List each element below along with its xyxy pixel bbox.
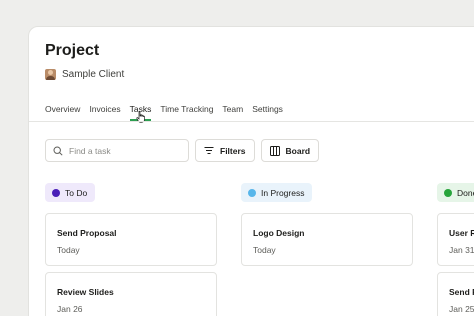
column-label: Done [457, 187, 474, 198]
filters-button[interactable]: Filters [195, 139, 255, 162]
client-name: Sample Client [62, 69, 125, 80]
column-label: In Progress [261, 187, 305, 198]
status-badge-done: Done [437, 183, 474, 202]
tab-invoices[interactable]: Invoices [89, 104, 120, 121]
task-card[interactable]: User Re Jan 31 [437, 213, 474, 266]
task-title: Send R [449, 287, 474, 297]
tab-settings[interactable]: Settings [252, 104, 283, 121]
task-date: Jan 26 [57, 304, 83, 314]
search-input[interactable] [69, 145, 179, 156]
avatar [45, 69, 56, 80]
board-label: Board [285, 145, 311, 156]
tab-time-tracking[interactable]: Time Tracking [160, 104, 213, 121]
task-title: Review Slides [57, 287, 114, 297]
status-dot [444, 188, 452, 197]
status-dot [248, 188, 256, 197]
client-link[interactable]: Sample Client [45, 69, 124, 80]
task-date: Jan 25 [449, 304, 474, 314]
filter-icon [204, 147, 214, 154]
tab-team[interactable]: Team [222, 104, 243, 121]
task-title: User Re [449, 228, 474, 238]
task-card[interactable]: Logo Design Today [241, 213, 413, 266]
task-card[interactable]: Review Slides Jan 26 [45, 272, 217, 316]
task-toolbar: Filters Board [45, 139, 325, 162]
task-date: Today [253, 245, 276, 255]
board-icon [269, 145, 280, 156]
task-date: Jan 31 [449, 245, 474, 255]
board-button[interactable]: Board [260, 139, 320, 162]
tab-overview[interactable]: Overview [45, 104, 80, 121]
project-header: Project Sample Client Overview Invoices … [29, 27, 474, 123]
status-badge-in-progress: In Progress [241, 183, 313, 202]
filters-label: Filters [220, 145, 246, 156]
search-box[interactable] [45, 139, 189, 162]
project-window: Project Sample Client Overview Invoices … [28, 26, 474, 316]
column-todo: To Do Send Proposal Today Review Slides … [45, 183, 217, 316]
task-card[interactable]: Send Proposal Today [45, 213, 217, 266]
column-done: Done User Re Jan 31 Send R Jan 25 [437, 183, 474, 316]
search-icon [53, 145, 63, 156]
column-label: To Do [65, 187, 88, 198]
task-title: Logo Design [253, 228, 305, 238]
status-badge-todo: To Do [45, 183, 96, 202]
task-date: Today [57, 245, 80, 255]
tab-bar: Overview Invoices Tasks Time Tracking Te… [45, 104, 292, 121]
status-dot [52, 188, 60, 197]
task-card[interactable]: Send R Jan 25 [437, 272, 474, 316]
page-title: Project [45, 42, 100, 59]
task-title: Send Proposal [57, 228, 117, 238]
header-divider [29, 121, 474, 122]
column-in-progress: In Progress Logo Design Today [241, 183, 413, 266]
